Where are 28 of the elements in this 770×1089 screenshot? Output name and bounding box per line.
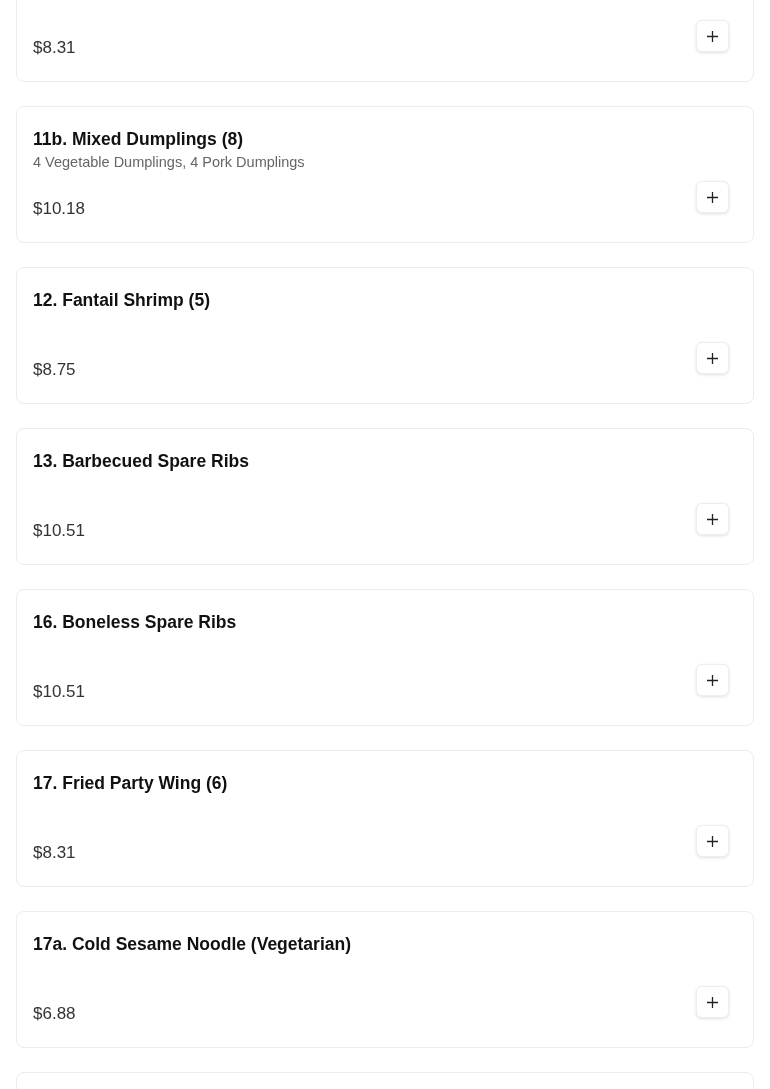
item-price: $10.51 (33, 521, 85, 541)
add-button[interactable] (696, 664, 729, 696)
item-price: $6.88 (33, 1004, 76, 1024)
item-name: 13. Barbecued Spare Ribs (33, 450, 249, 472)
add-button[interactable] (696, 20, 729, 52)
item-name: 11b. Mixed Dumplings (8) (33, 128, 244, 150)
add-button[interactable] (696, 825, 729, 857)
plus-icon (707, 674, 718, 686)
item-price: $10.18 (33, 199, 85, 219)
item-price: $8.31 (33, 843, 76, 863)
add-button[interactable] (696, 986, 729, 1018)
add-button[interactable] (696, 342, 729, 374)
item-name: 17a. Cold Sesame Noodle (Vegetarian) (33, 933, 352, 955)
plus-icon (707, 191, 718, 203)
item-name: 17. Fried Party Wing (6) (33, 772, 228, 794)
item-name: 12. Fantail Shrimp (5) (33, 289, 210, 311)
plus-icon (707, 835, 718, 847)
item-price: $10.51 (33, 682, 85, 702)
item-price: $8.75 (33, 360, 76, 380)
plus-icon (707, 352, 718, 364)
add-button[interactable] (696, 181, 729, 213)
plus-icon (707, 513, 718, 525)
plus-icon (707, 30, 718, 42)
item-description: 4 Vegetable Dumplings, 4 Pork Dumplings (33, 153, 305, 172)
item-price: $8.31 (33, 38, 76, 58)
item-name: 16. Boneless Spare Ribs (33, 611, 237, 633)
plus-icon (707, 996, 718, 1008)
add-button[interactable] (696, 503, 729, 535)
